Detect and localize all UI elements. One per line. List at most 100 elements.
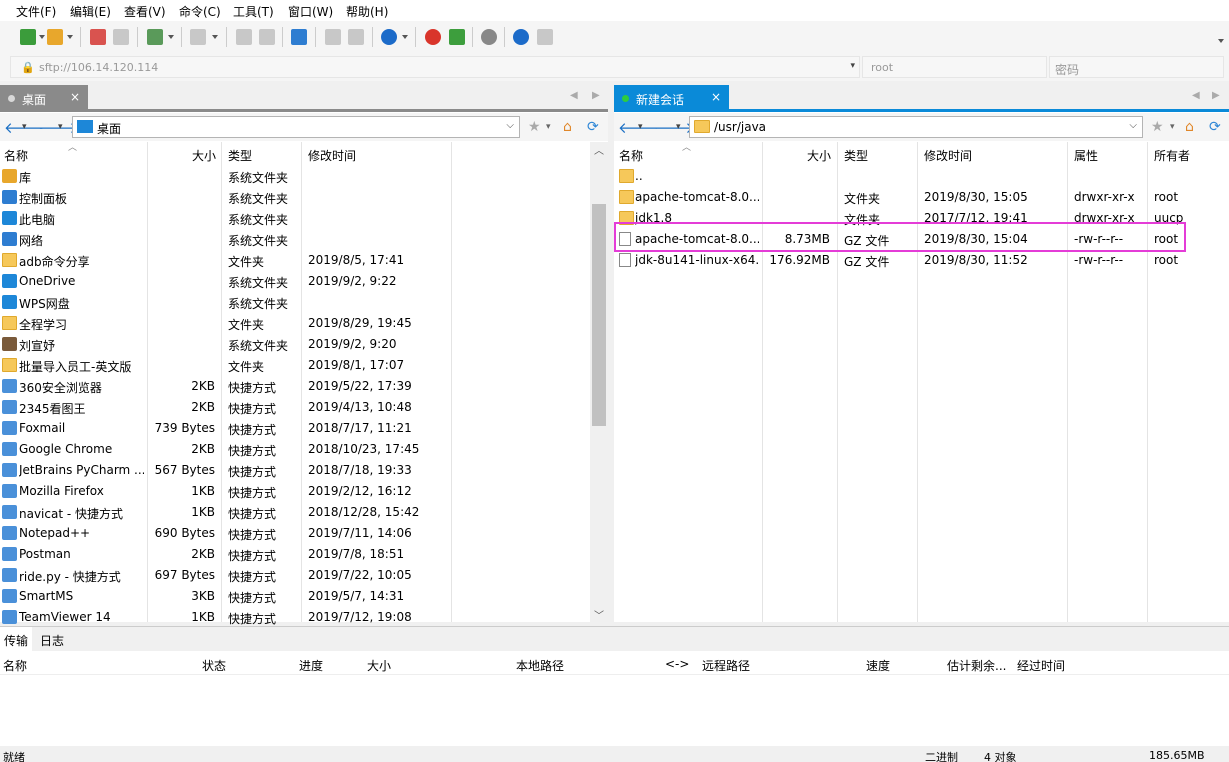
table-row[interactable]: .. <box>614 166 1229 187</box>
refresh-icon[interactable]: ⟳ <box>1209 119 1221 135</box>
chevron-down-icon[interactable]: ⌵ <box>506 120 514 131</box>
table-row[interactable]: TeamViewer 14 1KB 快捷方式 2019/7/12, 19:08 <box>0 607 608 628</box>
sync-icon[interactable] <box>147 29 163 45</box>
globe-icon[interactable] <box>381 29 397 45</box>
col-remote-path[interactable]: 远程路径 <box>702 657 750 674</box>
home-icon[interactable]: ⌂ <box>1185 119 1194 135</box>
scroll-down-icon[interactable]: ﹀ <box>594 607 604 622</box>
table-row[interactable]: adb命令分享 文件夹 2019/8/5, 17:41 <box>0 250 608 271</box>
chat-icon[interactable] <box>537 29 553 45</box>
host-input[interactable]: 🔒 sftp://106.14.120.114 ▾ <box>10 56 860 78</box>
col-attr[interactable]: 属性 <box>1074 147 1098 164</box>
transfer-icon[interactable] <box>291 29 307 45</box>
properties-icon[interactable] <box>325 29 341 45</box>
table-row[interactable]: navicat - 快捷方式 1KB 快捷方式 2018/12/28, 15:42 <box>0 502 608 523</box>
table-row[interactable]: Postman 2KB 快捷方式 2019/7/8, 18:51 <box>0 544 608 565</box>
chevron-down-icon[interactable]: ⌵ <box>1129 120 1137 131</box>
tab-next-icon[interactable]: ▶ <box>1212 90 1220 101</box>
username-input[interactable]: root <box>862 56 1047 78</box>
table-row[interactable]: Notepad++ 690 Bytes 快捷方式 2019/7/11, 14:06 <box>0 523 608 544</box>
table-row[interactable]: 2345看图王 2KB 快捷方式 2019/4/13, 10:48 <box>0 397 608 418</box>
col-mtime[interactable]: 修改时间 <box>308 147 356 164</box>
xftp-icon[interactable] <box>449 29 465 45</box>
password-input[interactable]: 密码 <box>1049 56 1224 78</box>
bookmark-icon[interactable]: ★ <box>528 119 541 135</box>
local-path-combo[interactable]: 桌面 ⌵ <box>72 116 520 138</box>
tab-desktop[interactable]: 桌面 × <box>0 85 88 111</box>
tab-next-icon[interactable]: ▶ <box>592 90 600 101</box>
table-row[interactable]: WPS网盘 系统文件夹 <box>0 292 608 313</box>
table-row[interactable]: 网络 系统文件夹 <box>0 229 608 250</box>
col-type[interactable]: 类型 <box>228 147 252 164</box>
col-type[interactable]: 类型 <box>844 147 868 164</box>
gear-icon[interactable] <box>481 29 497 45</box>
table-row[interactable]: ride.py - 快捷方式 697 Bytes 快捷方式 2019/7/22, 10… <box>0 565 608 586</box>
new-session-icon[interactable] <box>20 29 36 45</box>
col-name[interactable]: 名称 <box>619 147 643 164</box>
tab-prev-icon[interactable]: ◀ <box>1192 90 1200 101</box>
menu-window[interactable]: 窗口(W) <box>288 3 333 20</box>
col-size[interactable]: 大小 <box>807 147 831 164</box>
col-mtime[interactable]: 修改时间 <box>924 147 972 164</box>
close-icon[interactable]: × <box>70 90 80 104</box>
menu-file[interactable]: 文件(F) <box>16 3 56 20</box>
cell-mtime: 2019/9/2, 9:20 <box>308 337 397 351</box>
tab-new-session[interactable]: 新建会话 × <box>614 85 729 111</box>
table-row[interactable]: Google Chrome 2KB 快捷方式 2018/10/23, 17:45 <box>0 439 608 460</box>
menu-view[interactable]: 查看(V) <box>124 3 166 20</box>
col-size[interactable]: 大小 <box>367 657 391 674</box>
remote-path-combo[interactable]: /usr/java ⌵ <box>689 116 1143 138</box>
queue-icon[interactable] <box>190 29 206 45</box>
table-row[interactable]: Mozilla Firefox 1KB 快捷方式 2019/2/12, 16:12 <box>0 481 608 502</box>
scroll-up-icon[interactable]: ︿ <box>594 142 604 157</box>
table-row[interactable]: OneDrive 系统文件夹 2019/9/2, 9:22 <box>0 271 608 292</box>
open-folder-icon[interactable] <box>47 29 63 45</box>
tab-transfer[interactable]: 传输 <box>0 627 33 652</box>
col-elapsed[interactable]: 经过时间 <box>1017 657 1065 674</box>
table-row[interactable]: 批量导入员工-英文版 文件夹 2019/8/1, 17:07 <box>0 355 608 376</box>
copy-icon[interactable] <box>236 29 252 45</box>
table-row[interactable]: 刘宣妤 系统文件夹 2019/9/2, 9:20 <box>0 334 608 355</box>
help-icon[interactable] <box>513 29 529 45</box>
close-icon[interactable]: × <box>711 90 721 104</box>
xshell-icon[interactable] <box>425 29 441 45</box>
menu-help[interactable]: 帮助(H) <box>346 3 388 20</box>
bookmark-icon[interactable]: ★ <box>1151 119 1164 135</box>
table-row[interactable]: 库 系统文件夹 <box>0 166 608 187</box>
col-size[interactable]: 大小 <box>192 147 216 164</box>
col-name[interactable]: 名称 <box>4 147 28 164</box>
desktop-icon <box>77 120 93 133</box>
table-row[interactable]: 360安全浏览器 2KB 快捷方式 2019/5/22, 17:39 <box>0 376 608 397</box>
table-row[interactable]: Foxmail 739 Bytes 快捷方式 2018/7/17, 11:21 <box>0 418 608 439</box>
local-scrollbar[interactable]: ︿ ﹀ <box>590 142 608 622</box>
table-row[interactable]: JetBrains PyCharm ... 567 Bytes 快捷方式 2018/7… <box>0 460 608 481</box>
home-icon[interactable]: ⌂ <box>563 119 572 135</box>
chevron-down-icon[interactable]: ▾ <box>850 61 855 71</box>
col-direction[interactable]: <-> <box>665 657 689 671</box>
tab-prev-icon[interactable]: ◀ <box>570 90 578 101</box>
cell-type: 快捷方式 <box>228 465 277 479</box>
table-row[interactable]: 此电脑 系统文件夹 <box>0 208 608 229</box>
col-name[interactable]: 名称 <box>3 657 27 674</box>
col-owner[interactable]: 所有者 <box>1154 147 1190 164</box>
reconnect-icon[interactable] <box>113 29 129 45</box>
menu-edit[interactable]: 编辑(E) <box>70 3 111 20</box>
menu-tools[interactable]: 工具(T) <box>233 3 274 20</box>
compare-icon[interactable] <box>348 29 364 45</box>
table-row[interactable]: SmartMS 3KB 快捷方式 2019/5/7, 14:31 <box>0 586 608 607</box>
refresh-icon[interactable]: ⟳ <box>587 119 599 135</box>
col-speed[interactable]: 速度 <box>866 657 890 674</box>
col-eta[interactable]: 估计剩余... <box>947 657 1006 674</box>
menu-command[interactable]: 命令(C) <box>179 3 221 20</box>
table-row[interactable]: 控制面板 系统文件夹 <box>0 187 608 208</box>
table-row[interactable]: apache-tomcat-8.0.... 文件夹 2019/8/30, 15:05… <box>614 187 1229 208</box>
col-progress[interactable]: 进度 <box>299 657 323 674</box>
disconnect-icon[interactable] <box>90 29 106 45</box>
col-status[interactable]: 状态 <box>202 657 226 674</box>
table-row[interactable]: jdk-8u141-linux-x64... 176.92MB GZ 文件 2019/… <box>614 250 1229 271</box>
table-row[interactable]: 全程学习 文件夹 2019/8/29, 19:45 <box>0 313 608 334</box>
col-local-path[interactable]: 本地路径 <box>516 657 564 674</box>
paste-icon[interactable] <box>259 29 275 45</box>
scroll-thumb[interactable] <box>592 204 606 426</box>
tab-log[interactable]: 日志 <box>36 627 68 652</box>
